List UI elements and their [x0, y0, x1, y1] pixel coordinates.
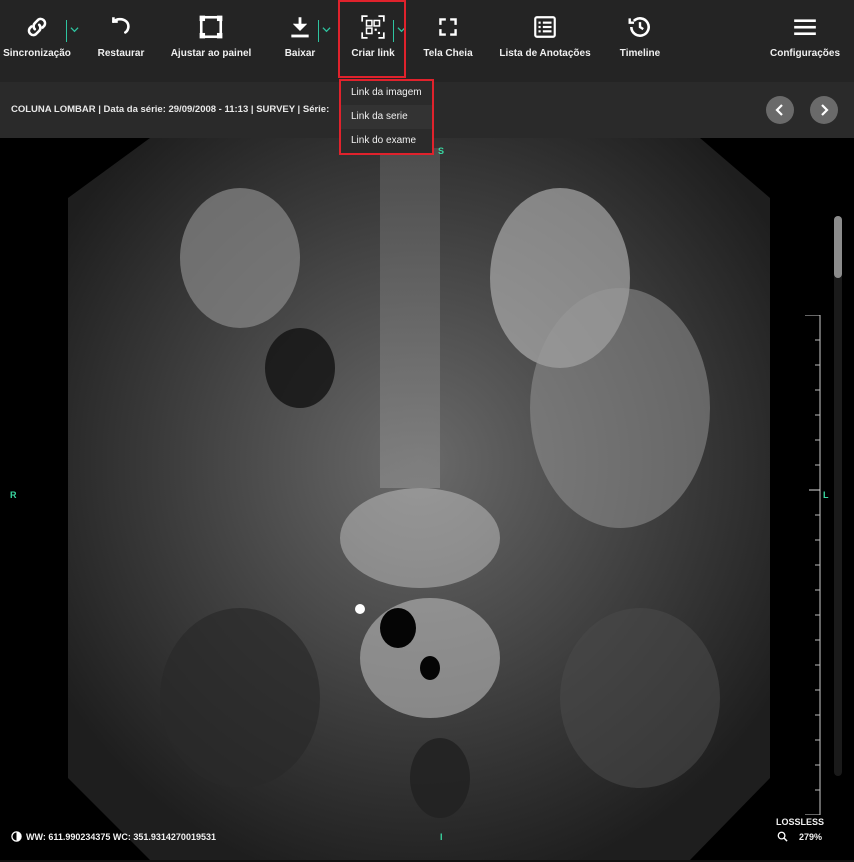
- menu-item-image-link[interactable]: Link da imagem: [341, 81, 432, 105]
- settings-button[interactable]: Configurações: [769, 0, 841, 82]
- window-level-text: WW: 611.990234375 WC: 351.9314270019531: [26, 832, 216, 842]
- sync-dropdown-toggle[interactable]: [66, 20, 81, 42]
- zoom-level: 279%: [799, 832, 823, 842]
- download-icon: [291, 17, 309, 38]
- toolbar: Sincronização Restaurar Ajustar ao paine…: [0, 0, 854, 82]
- fullscreen-icon: [439, 18, 457, 36]
- download-dropdown-toggle[interactable]: [318, 20, 333, 42]
- menu-icon: [794, 19, 816, 36]
- chevron-down-icon: [70, 27, 79, 33]
- mri-image: [68, 138, 770, 860]
- viewer-panel: COLUNA LOMBAR | Data da série: 29/09/200…: [0, 82, 854, 862]
- link-icon: [27, 17, 47, 37]
- scale-ruler: [805, 315, 821, 815]
- previous-series-button[interactable]: [766, 96, 794, 124]
- next-series-button[interactable]: [810, 96, 838, 124]
- undo-icon: [112, 17, 130, 34]
- fit-screen-icon: [199, 15, 223, 39]
- series-info-text: COLUNA LOMBAR | Data da série: 29/09/200…: [11, 104, 330, 115]
- menu-item-exam-link[interactable]: Link do exame: [341, 129, 432, 153]
- orientation-bottom: I: [440, 832, 443, 842]
- fit-label: Ajustar ao painel: [170, 48, 252, 59]
- slice-scroll-thumb[interactable]: [834, 216, 842, 278]
- timeline-label: Timeline: [619, 48, 661, 59]
- sync-button[interactable]: Sincronização: [3, 0, 71, 82]
- create-link-highlight: [338, 0, 406, 78]
- sync-label: Sincronização: [3, 48, 71, 59]
- settings-label: Configurações: [769, 48, 841, 59]
- contrast-icon: [11, 831, 22, 842]
- slice-scrollbar[interactable]: [834, 216, 842, 776]
- magnifier-icon: [777, 831, 788, 842]
- list-icon: [534, 16, 556, 38]
- menu-item-series-link[interactable]: Link da serie: [341, 105, 432, 129]
- chevron-left-icon: [775, 104, 783, 116]
- fullscreen-button[interactable]: Tela Cheia: [422, 0, 474, 82]
- compression-label: LOSSLESS: [776, 817, 825, 827]
- chevron-right-icon: [821, 104, 829, 116]
- annotations-list-button[interactable]: Lista de Anotações: [499, 0, 591, 82]
- fit-to-panel-button[interactable]: Ajustar ao painel: [170, 0, 252, 82]
- download-button[interactable]: Baixar: [282, 0, 318, 82]
- restore-button[interactable]: Restaurar: [96, 0, 146, 82]
- create-link-menu: Link da imagem Link da serie Link do exa…: [339, 79, 434, 155]
- annotations-label: Lista de Anotações: [499, 48, 591, 59]
- fullscreen-label: Tela Cheia: [423, 48, 473, 59]
- restore-label: Restaurar: [97, 48, 145, 59]
- history-icon: [628, 17, 650, 37]
- timeline-button[interactable]: Timeline: [614, 0, 666, 82]
- orientation-top: S: [438, 146, 445, 156]
- download-label: Baixar: [284, 48, 316, 59]
- orientation-left: R: [10, 490, 17, 500]
- dicom-image-viewport[interactable]: S R L I WW: 611.990234375 WC: 351.931427…: [0, 138, 854, 860]
- chevron-down-icon: [322, 27, 331, 33]
